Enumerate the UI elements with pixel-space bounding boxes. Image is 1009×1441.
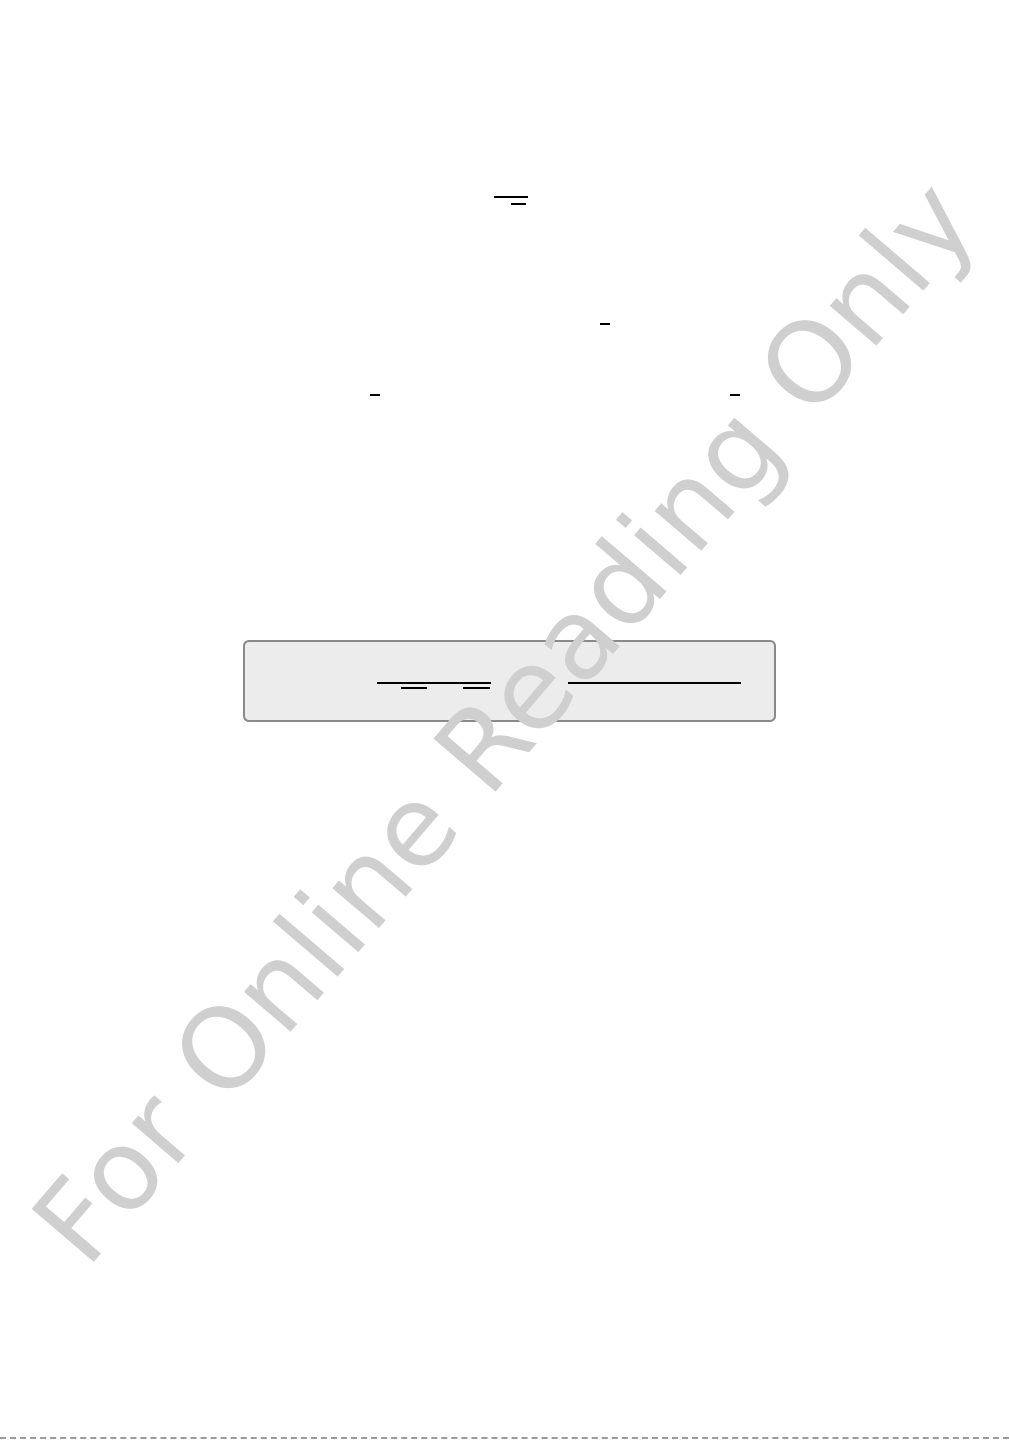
watermark-text: For Online Reading Only — [8, 156, 1002, 1288]
fraction-bar — [377, 682, 491, 684]
fraction-bar — [730, 394, 740, 396]
fraction-bar — [463, 687, 490, 689]
document-page: For Online Reading Only — [0, 0, 1009, 1441]
fraction-bar — [494, 196, 528, 198]
fraction-bar — [401, 687, 427, 689]
fraction-bar — [600, 323, 610, 325]
page-bottom-edge — [0, 1437, 1009, 1439]
fraction-bar — [568, 682, 741, 684]
fraction-bar — [511, 203, 526, 205]
highlighted-formula-box — [243, 640, 776, 722]
fraction-bar — [370, 394, 380, 396]
